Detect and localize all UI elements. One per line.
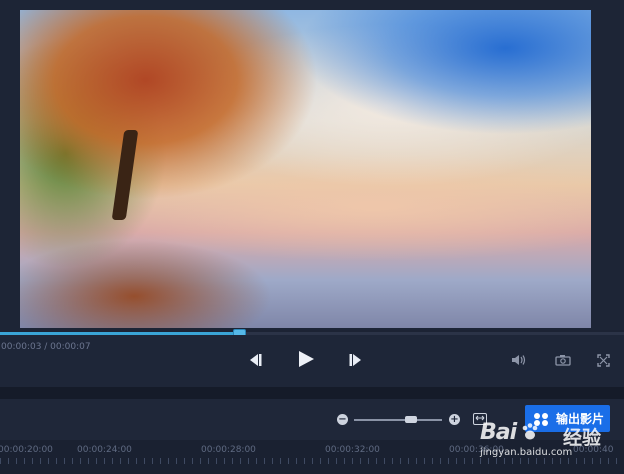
- ruler-label: 00:00:24:00: [77, 445, 132, 455]
- timeline-toolbar: − + 输出影片: [0, 399, 624, 440]
- preview-image-tree: [111, 130, 139, 220]
- video-preview-frame[interactable]: [20, 10, 591, 328]
- ruler-ticks: [0, 458, 624, 464]
- playback-controls: 00:00:03 / 00:00:07: [0, 335, 624, 387]
- volume-icon: [512, 355, 526, 365]
- ruler-label: 00:00:36:00: [449, 445, 504, 455]
- film-export-icon: [531, 410, 551, 428]
- fullscreen-button[interactable]: [594, 352, 612, 368]
- export-video-button[interactable]: 输出影片: [525, 405, 610, 432]
- zoom-in-button[interactable]: +: [449, 414, 460, 425]
- step-back-button[interactable]: [245, 351, 265, 369]
- preview-panel: [0, 0, 624, 330]
- step-back-icon: [250, 354, 262, 366]
- ruler-label: 00:00:40: [573, 445, 614, 455]
- ruler-label: 00:00:32:00: [325, 445, 380, 455]
- timeline-zoom-slider[interactable]: [354, 416, 442, 423]
- step-forward-button[interactable]: [346, 351, 366, 369]
- ruler-label: 00:00:20:00: [0, 445, 53, 455]
- time-display: 00:00:03 / 00:00:07: [1, 342, 91, 352]
- video-editor-window: 00:00:03 / 00:00:07 − + 输出影片 00:00:20:00…: [0, 0, 624, 474]
- fit-timeline-button[interactable]: [473, 413, 487, 425]
- play-icon: [299, 351, 314, 367]
- panel-divider: [0, 387, 624, 399]
- camera-icon: [555, 355, 571, 366]
- step-forward-icon: [349, 354, 361, 366]
- zoom-slider-knob[interactable]: [405, 416, 417, 423]
- play-button[interactable]: [294, 348, 318, 370]
- timeline-ruler[interactable]: 00:00:20:00 00:00:24:00 00:00:28:00 00:0…: [0, 440, 624, 474]
- snapshot-button[interactable]: [554, 352, 572, 368]
- fit-timeline-icon: [475, 415, 485, 421]
- fullscreen-icon: [596, 353, 610, 367]
- ruler-label: 00:00:28:00: [201, 445, 256, 455]
- volume-button[interactable]: [510, 352, 528, 368]
- zoom-out-button[interactable]: −: [337, 414, 348, 425]
- export-button-label: 输出影片: [556, 412, 605, 426]
